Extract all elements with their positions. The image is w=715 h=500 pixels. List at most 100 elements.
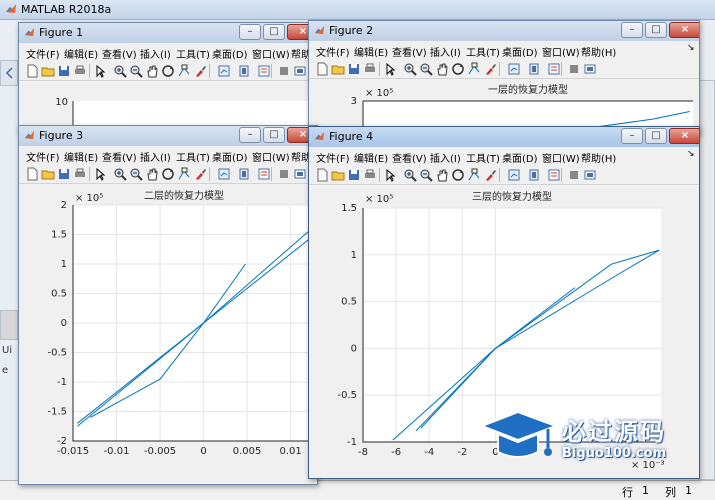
- open-folder-icon[interactable]: [41, 167, 55, 181]
- menu-item-0[interactable]: 文件(F): [26, 46, 60, 61]
- save-icon[interactable]: [347, 62, 361, 76]
- menu-item-6[interactable]: 窗口(W): [542, 44, 580, 59]
- arrow-pointer-icon[interactable]: [383, 168, 397, 182]
- figure-title-bar[interactable]: Figure 2 – □ ×: [309, 21, 699, 41]
- minimize-button[interactable]: –: [239, 127, 261, 143]
- show-plot-tools-icon[interactable]: [293, 167, 307, 181]
- print-icon[interactable]: [363, 62, 377, 76]
- maximize-button[interactable]: □: [645, 128, 667, 144]
- zoom-in-icon[interactable]: [113, 64, 127, 78]
- new-file-icon[interactable]: [25, 167, 39, 181]
- matlab-left-panel-splitter[interactable]: [0, 310, 18, 340]
- save-icon[interactable]: [347, 168, 361, 182]
- menu-item-6[interactable]: 窗口(W): [252, 149, 290, 164]
- new-file-icon[interactable]: [315, 168, 329, 182]
- menu-overflow-icon[interactable]: ↘: [687, 149, 695, 159]
- open-folder-icon[interactable]: [41, 64, 55, 78]
- menu-item-5[interactable]: 桌面(D): [212, 46, 248, 61]
- brush-icon[interactable]: [193, 167, 207, 181]
- arrow-pointer-icon[interactable]: [93, 167, 107, 181]
- close-button[interactable]: ×: [669, 128, 699, 144]
- menu-item-4[interactable]: 工具(T): [466, 44, 500, 59]
- figure-1-window[interactable]: Figure 1– □ × 文件(F) 编辑(E) 查看(V) 插入(I) 工具(T) 桌面(D…: [18, 22, 318, 132]
- axes-chart[interactable]: -2-1.5-1-0.500.511.52-0.015 -0.01 -0.005 0 0…: [23, 186, 315, 482]
- arrow-pointer-icon[interactable]: [93, 64, 107, 78]
- hide-plot-tools-icon[interactable]: [277, 64, 291, 78]
- data-cursor-icon[interactable]: [177, 64, 191, 78]
- menu-item-4[interactable]: 工具(T): [466, 150, 500, 165]
- link-plot-icon[interactable]: [507, 168, 521, 182]
- menu-item-0[interactable]: 文件(F): [316, 150, 350, 165]
- legend-icon[interactable]: [257, 64, 271, 78]
- menu-item-6[interactable]: 窗口(W): [252, 46, 290, 61]
- zoom-out-icon[interactable]: [129, 64, 143, 78]
- zoom-out-icon[interactable]: [419, 168, 433, 182]
- menu-item-3[interactable]: 插入(I): [140, 46, 171, 61]
- menu-item-4[interactable]: 工具(T): [176, 46, 210, 61]
- menu-item-5[interactable]: 桌面(D): [502, 150, 538, 165]
- menu-item-3[interactable]: 插入(I): [140, 149, 171, 164]
- pan-hand-icon[interactable]: [145, 64, 159, 78]
- open-folder-icon[interactable]: [331, 62, 345, 76]
- hide-plot-tools-icon[interactable]: [277, 167, 291, 181]
- show-plot-tools-icon[interactable]: [293, 64, 307, 78]
- menu-item-3[interactable]: 插入(I): [430, 150, 461, 165]
- figure-2-window[interactable]: Figure 2 – □ × 文件(F) 编辑(E) 查看(V) 插入(I) 工具(T) 桌面(D…: [308, 20, 700, 135]
- menu-item-5[interactable]: 桌面(D): [502, 44, 538, 59]
- maximize-button[interactable]: □: [263, 127, 285, 143]
- zoom-in-icon[interactable]: [403, 62, 417, 76]
- legend-icon[interactable]: [257, 167, 271, 181]
- close-button[interactable]: ×: [669, 22, 699, 38]
- menu-item-1[interactable]: 编辑(E): [64, 46, 98, 61]
- rotate-3d-icon[interactable]: [451, 62, 465, 76]
- pan-hand-icon[interactable]: [435, 168, 449, 182]
- arrow-pointer-icon[interactable]: [383, 62, 397, 76]
- menu-item-5[interactable]: 桌面(D): [212, 149, 248, 164]
- new-file-icon[interactable]: [25, 64, 39, 78]
- colorbar-icon[interactable]: [237, 167, 251, 181]
- figure-3-window[interactable]: Figure 3– □ × 文件(F) 编辑(E) 查看(V) 插入(I) 工具(T) 桌面(D…: [18, 125, 318, 485]
- show-plot-tools-icon[interactable]: [583, 168, 597, 182]
- menu-item-2[interactable]: 查看(V): [102, 46, 137, 61]
- menu-item-2[interactable]: 查看(V): [392, 44, 427, 59]
- brush-icon[interactable]: [193, 64, 207, 78]
- brush-icon[interactable]: [483, 62, 497, 76]
- colorbar-icon[interactable]: [527, 168, 541, 182]
- minimize-button[interactable]: –: [621, 128, 643, 144]
- menu-item-1[interactable]: 编辑(E): [354, 150, 388, 165]
- save-icon[interactable]: [57, 167, 71, 181]
- menu-item-6[interactable]: 窗口(W): [542, 150, 580, 165]
- menu-overflow-icon[interactable]: ↘: [687, 43, 695, 53]
- print-icon[interactable]: [73, 167, 87, 181]
- open-folder-icon[interactable]: [331, 168, 345, 182]
- matlab-left-panel-tab[interactable]: [0, 60, 18, 86]
- show-plot-tools-icon[interactable]: [583, 62, 597, 76]
- menu-item-7[interactable]: 帮助(H): [581, 150, 616, 165]
- minimize-button[interactable]: –: [239, 24, 261, 40]
- zoom-in-icon[interactable]: [403, 168, 417, 182]
- menu-item-0[interactable]: 文件(F): [316, 44, 350, 59]
- link-plot-icon[interactable]: [217, 64, 231, 78]
- maximize-button[interactable]: □: [645, 22, 667, 38]
- maximize-button[interactable]: □: [263, 24, 285, 40]
- save-icon[interactable]: [57, 64, 71, 78]
- menu-item-1[interactable]: 编辑(E): [354, 44, 388, 59]
- pan-hand-icon[interactable]: [145, 167, 159, 181]
- menu-item-7[interactable]: 帮助(H): [581, 44, 616, 59]
- pan-hand-icon[interactable]: [435, 62, 449, 76]
- colorbar-icon[interactable]: [527, 62, 541, 76]
- print-icon[interactable]: [73, 64, 87, 78]
- rotate-3d-icon[interactable]: [161, 64, 175, 78]
- zoom-out-icon[interactable]: [129, 167, 143, 181]
- brush-icon[interactable]: [483, 168, 497, 182]
- minimize-button[interactable]: –: [621, 22, 643, 38]
- menu-item-4[interactable]: 工具(T): [176, 149, 210, 164]
- new-file-icon[interactable]: [315, 62, 329, 76]
- data-cursor-icon[interactable]: [177, 167, 191, 181]
- print-icon[interactable]: [363, 168, 377, 182]
- rotate-3d-icon[interactable]: [451, 168, 465, 182]
- legend-icon[interactable]: [547, 62, 561, 76]
- link-plot-icon[interactable]: [507, 62, 521, 76]
- menu-item-2[interactable]: 查看(V): [392, 150, 427, 165]
- legend-icon[interactable]: [547, 168, 561, 182]
